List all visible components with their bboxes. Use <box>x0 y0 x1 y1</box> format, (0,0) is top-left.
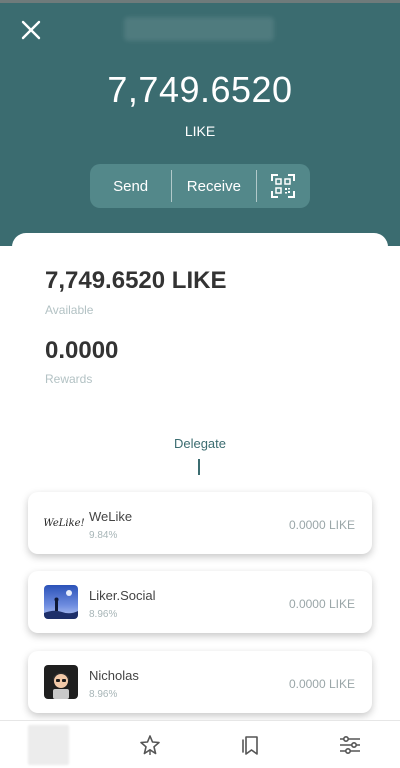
available-amount: 7,749.6520 LIKE <box>45 267 227 294</box>
validator-name: Liker.Social <box>89 588 156 603</box>
nav-discover[interactable] <box>128 725 172 765</box>
send-button[interactable]: Send <box>90 164 171 208</box>
rewards-amount: 0.0000 <box>45 337 119 364</box>
validator-card-liker-social[interactable]: Liker.Social 8.96% 0.0000 LIKE <box>28 571 372 633</box>
rewards-label: Rewards <box>45 372 93 386</box>
qr-scan-icon <box>271 174 296 198</box>
validator-name: WeLike <box>89 509 133 524</box>
action-bar: Send Receive <box>90 164 310 208</box>
available-label: Available <box>45 303 94 317</box>
validator-card-welike[interactable]: WeLike! WeLike 9.84% 0.0000 LIKE <box>28 492 372 554</box>
validator-percent: 9.84% <box>89 530 118 541</box>
nav-bookmarks[interactable] <box>228 725 272 765</box>
validator-amount: 0.0000 LIKE <box>288 597 355 611</box>
validator-name: Nicholas <box>89 668 139 683</box>
validator-logo: WeLike! <box>42 506 86 540</box>
balance-unit: LIKE <box>184 123 216 139</box>
liker-social-avatar-image <box>44 585 78 619</box>
bookmarks-icon <box>242 736 258 755</box>
receive-button[interactable]: Receive <box>172 164 255 208</box>
validator-percent: 8.96% <box>89 689 118 700</box>
nicholas-avatar-image <box>44 665 78 699</box>
validator-avatar <box>44 585 78 619</box>
validator-amount: 0.0000 LIKE <box>288 518 355 532</box>
wallet-header: 7,749.6520 LIKE Send Receive <box>0 3 400 246</box>
validator-avatar <box>44 665 78 699</box>
validator-percent: 8.96% <box>89 609 118 620</box>
delegate-heading: Delegate <box>173 436 227 451</box>
star-icon <box>140 735 160 755</box>
close-icon <box>21 20 41 40</box>
validator-logo-text: WeLike! <box>43 517 85 529</box>
blurred-title <box>124 17 274 41</box>
profile-avatar[interactable] <box>28 725 69 765</box>
close-button[interactable] <box>18 17 44 43</box>
scan-qr-button[interactable] <box>256 164 310 208</box>
validator-amount: 0.0000 LIKE <box>288 677 355 691</box>
delegate-indicator <box>198 459 200 475</box>
sliders-icon <box>340 735 360 755</box>
bottom-navigation <box>0 720 400 768</box>
balance-amount: 7,749.6520 <box>107 69 293 110</box>
validator-card-nicholas[interactable]: Nicholas 8.96% 0.0000 LIKE <box>28 651 372 713</box>
nav-settings[interactable] <box>328 725 372 765</box>
